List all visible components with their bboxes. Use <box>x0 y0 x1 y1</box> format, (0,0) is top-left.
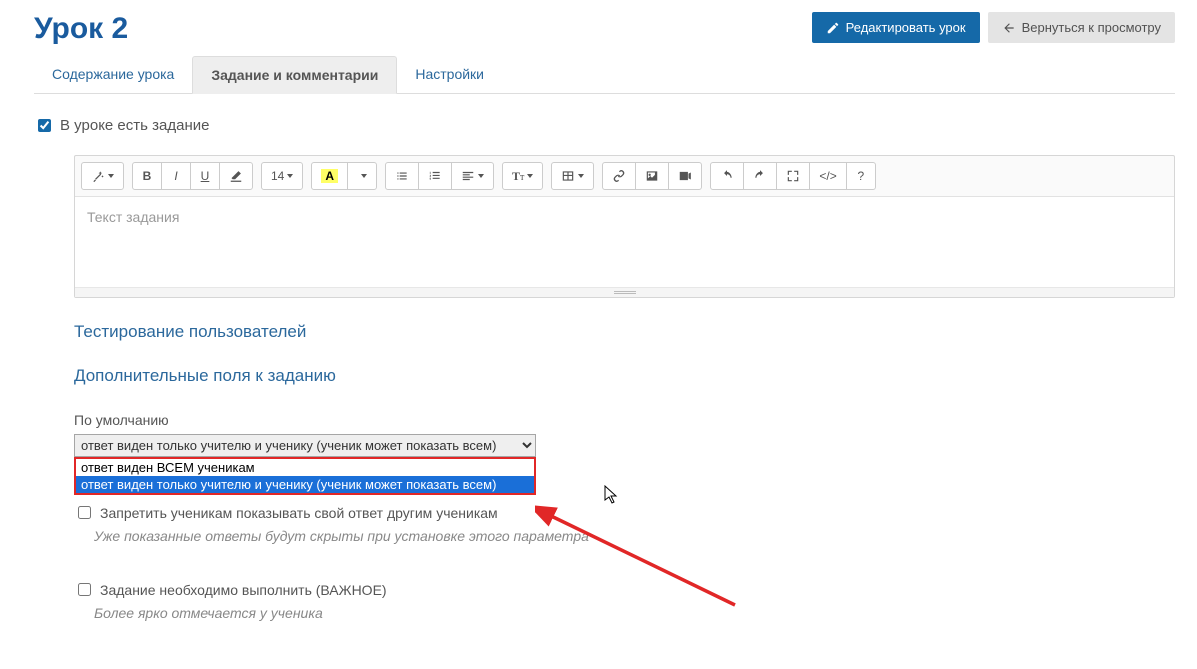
arrow-left-icon <box>1002 21 1016 35</box>
default-visibility-select[interactable]: ответ виден только учителю и ученику (уч… <box>74 434 536 457</box>
caret-icon <box>478 174 484 178</box>
toolbar-image-button[interactable] <box>635 162 669 190</box>
toolbar-style-button[interactable] <box>81 162 124 190</box>
tab-content[interactable]: Содержание урока <box>34 56 192 93</box>
toolbar-ol-button[interactable] <box>418 162 452 190</box>
tabs: Содержание урока Задание и комментарии Н… <box>34 56 1175 94</box>
editor-toolbar: B I U 14 A <box>75 156 1174 197</box>
fontsize-label: 14 <box>271 169 284 183</box>
toolbar-undo-button[interactable] <box>710 162 744 190</box>
tab-settings[interactable]: Настройки <box>397 56 502 93</box>
testing-section-link[interactable]: Тестирование пользователей <box>74 322 1175 342</box>
caret-icon <box>578 174 584 178</box>
toolbar-code-button[interactable]: </> <box>809 162 846 190</box>
forbid-show-hint: Уже показанные ответы будут скрыты при у… <box>94 528 1175 544</box>
toolbar-ul-button[interactable] <box>385 162 419 190</box>
table-icon <box>561 169 575 183</box>
edit-lesson-button[interactable]: Редактировать урок <box>812 12 980 43</box>
help-icon: ? <box>857 169 864 183</box>
heading-icon: Tт <box>512 169 524 184</box>
list-ul-icon <box>395 169 409 183</box>
toolbar-color-more-button[interactable] <box>347 162 377 190</box>
caret-icon <box>527 174 533 178</box>
toolbar-erase-button[interactable] <box>219 162 253 190</box>
caret-icon <box>108 174 114 178</box>
mandatory-label: Задание необходимо выполнить (ВАЖНОЕ) <box>100 582 387 598</box>
visibility-dropdown-list: ответ виден ВСЕМ ученикам ответ виден то… <box>74 457 536 495</box>
mandatory-row[interactable]: Задание необходимо выполнить (ВАЖНОЕ) <box>74 580 1175 599</box>
caret-icon <box>287 174 293 178</box>
bold-icon: B <box>143 169 152 183</box>
editor-textarea[interactable]: Текст задания <box>75 197 1174 287</box>
back-button-label: Вернуться к просмотру <box>1022 20 1161 35</box>
back-button[interactable]: Вернуться к просмотру <box>988 12 1175 43</box>
visibility-option-all[interactable]: ответ виден ВСЕМ ученикам <box>76 459 534 476</box>
toolbar-align-button[interactable] <box>451 162 494 190</box>
code-icon: </> <box>819 169 836 183</box>
toolbar-color-button[interactable]: A <box>311 162 348 190</box>
task-present-label: В уроке есть задание <box>60 117 209 134</box>
toolbar-heading-button[interactable]: Tт <box>502 162 543 190</box>
additional-fields-link[interactable]: Дополнительные поля к заданию <box>74 366 1175 386</box>
page-title: Урок 2 <box>34 12 128 46</box>
toolbar-help-button[interactable]: ? <box>846 162 876 190</box>
toolbar-italic-button[interactable]: I <box>161 162 191 190</box>
toolbar-link-button[interactable] <box>602 162 636 190</box>
mandatory-checkbox[interactable] <box>78 583 91 596</box>
toolbar-video-button[interactable] <box>668 162 702 190</box>
text-color-icon: A <box>321 169 338 183</box>
link-icon <box>612 169 626 183</box>
tab-task[interactable]: Задание и комментарии <box>192 56 397 94</box>
mandatory-hint: Более ярко отмечается у ученика <box>94 605 1175 621</box>
forbid-show-checkbox[interactable] <box>78 506 91 519</box>
default-visibility-label: По умолчанию <box>74 412 1175 428</box>
visibility-option-teacher[interactable]: ответ виден только учителю и ученику (уч… <box>76 476 534 493</box>
toolbar-redo-button[interactable] <box>743 162 777 190</box>
forbid-show-label: Запретить ученикам показывать свой ответ… <box>100 505 498 521</box>
toolbar-underline-button[interactable]: U <box>190 162 220 190</box>
edit-lesson-label: Редактировать урок <box>846 20 966 35</box>
forbid-show-row[interactable]: Запретить ученикам показывать свой ответ… <box>74 503 1175 522</box>
rich-text-editor: B I U 14 A <box>74 155 1175 298</box>
caret-icon <box>361 174 367 178</box>
task-present-row[interactable]: В уроке есть задание <box>34 116 1175 135</box>
resize-handle[interactable] <box>75 287 1174 297</box>
eraser-icon <box>229 169 243 183</box>
toolbar-table-button[interactable] <box>551 162 594 190</box>
image-icon <box>645 169 659 183</box>
list-ol-icon <box>428 169 442 183</box>
underline-icon: U <box>201 169 210 183</box>
align-icon <box>461 169 475 183</box>
fullscreen-icon <box>786 169 800 183</box>
video-icon <box>678 169 692 183</box>
toolbar-fontsize-button[interactable]: 14 <box>261 162 303 190</box>
edit-icon <box>826 21 840 35</box>
redo-icon <box>753 169 767 183</box>
toolbar-fullscreen-button[interactable] <box>776 162 810 190</box>
toolbar-bold-button[interactable]: B <box>132 162 162 190</box>
magic-icon <box>91 169 105 183</box>
undo-icon <box>720 169 734 183</box>
italic-icon: I <box>174 169 177 183</box>
task-present-checkbox[interactable] <box>38 119 51 132</box>
